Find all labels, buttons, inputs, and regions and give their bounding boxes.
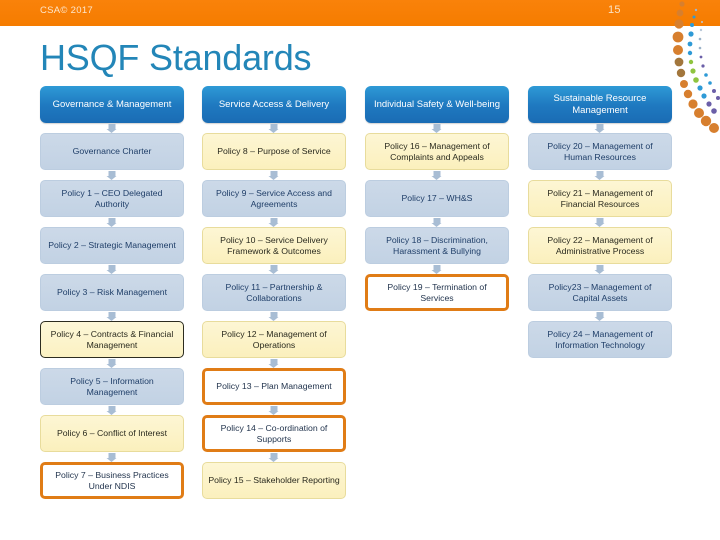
standard-column-header: Service Access & Delivery xyxy=(202,86,346,123)
standard-column-service-access: Service Access & Delivery Policy 8 – Purp… xyxy=(202,86,346,499)
flow-arrow-connector xyxy=(528,123,672,133)
down-arrow-icon xyxy=(268,359,279,368)
policy-node[interactable]: Policy 22 – Management of Administrative… xyxy=(528,227,672,264)
flow-arrow-connector xyxy=(202,405,346,415)
policy-node[interactable]: Policy 13 – Plan Management xyxy=(202,368,346,405)
policy-node[interactable]: Policy 3 – Risk Management xyxy=(40,274,184,311)
down-arrow-icon xyxy=(594,218,605,227)
policy-node[interactable]: Governance Charter xyxy=(40,133,184,170)
standard-column-individual-safety: Individual Safety & Well-being Policy 16 … xyxy=(365,86,509,311)
flow-arrow-connector xyxy=(528,170,672,180)
standard-column-header: Individual Safety & Well-being xyxy=(365,86,509,123)
policy-node[interactable]: Policy 1 – CEO Delegated Authority xyxy=(40,180,184,217)
flow-arrow-connector xyxy=(365,217,509,227)
policy-node[interactable]: Policy 7 – Business Practices Under NDIS xyxy=(40,462,184,499)
page-title: HSQF Standards xyxy=(40,37,312,78)
flow-arrow-connector xyxy=(40,264,184,274)
down-arrow-icon xyxy=(431,218,442,227)
down-arrow-icon xyxy=(268,124,279,133)
policy-node[interactable]: Policy 6 – Conflict of Interest xyxy=(40,415,184,452)
down-arrow-icon xyxy=(106,218,117,227)
down-arrow-icon xyxy=(106,453,117,462)
policy-node[interactable]: Policy 2 – Strategic Management xyxy=(40,227,184,264)
flow-arrow-connector xyxy=(202,358,346,368)
policy-node[interactable]: Policy 21 – Management of Financial Reso… xyxy=(528,180,672,217)
page-number: 15 xyxy=(608,4,621,16)
down-arrow-icon xyxy=(431,265,442,274)
copyright-label: CSA© 2017 xyxy=(40,5,94,16)
flow-arrow-connector xyxy=(365,170,509,180)
down-arrow-icon xyxy=(268,265,279,274)
flow-arrow-connector xyxy=(40,358,184,368)
policy-node[interactable]: Policy 4 – Contracts & Financial Managem… xyxy=(40,321,184,358)
standard-column-header: Governance & Management xyxy=(40,86,184,123)
flow-arrow-connector xyxy=(365,123,509,133)
policy-node[interactable]: Policy 14 – Co-ordination of Supports xyxy=(202,415,346,452)
down-arrow-icon xyxy=(594,124,605,133)
down-arrow-icon xyxy=(106,265,117,274)
down-arrow-icon xyxy=(431,124,442,133)
flow-arrow-connector xyxy=(40,217,184,227)
policy-node[interactable]: Policy 20 – Management of Human Resource… xyxy=(528,133,672,170)
flow-arrow-connector xyxy=(202,452,346,462)
flow-arrow-connector xyxy=(528,311,672,321)
flow-arrow-connector xyxy=(202,123,346,133)
policy-node[interactable]: Policy23 – Management of Capital Assets xyxy=(528,274,672,311)
down-arrow-icon xyxy=(268,312,279,321)
policy-node[interactable]: Policy 17 – WH&S xyxy=(365,180,509,217)
down-arrow-icon xyxy=(106,124,117,133)
policy-node[interactable]: Policy 15 – Stakeholder Reporting xyxy=(202,462,346,499)
down-arrow-icon xyxy=(594,171,605,180)
policy-node[interactable]: Policy 19 – Termination of Services xyxy=(365,274,509,311)
flow-arrow-connector xyxy=(40,170,184,180)
down-arrow-icon xyxy=(268,406,279,415)
policy-node[interactable]: Policy 16 – Management of Complaints and… xyxy=(365,133,509,170)
down-arrow-icon xyxy=(268,171,279,180)
flow-arrow-connector xyxy=(40,123,184,133)
flow-arrow-connector xyxy=(365,264,509,274)
standard-column-governance: Governance & Management Governance Charte… xyxy=(40,86,184,499)
standard-column-header: Sustainable Resource Management xyxy=(528,86,672,123)
down-arrow-icon xyxy=(594,312,605,321)
down-arrow-icon xyxy=(106,406,117,415)
down-arrow-icon xyxy=(106,359,117,368)
down-arrow-icon xyxy=(268,453,279,462)
standard-column-sustainable-resource: Sustainable Resource Management Policy 20… xyxy=(528,86,672,358)
down-arrow-icon xyxy=(594,265,605,274)
policy-node[interactable]: Policy 24 – Management of Information Te… xyxy=(528,321,672,358)
policy-node[interactable]: Policy 11 – Partnership & Collaborations xyxy=(202,274,346,311)
policy-node[interactable]: Policy 9 – Service Access and Agreements xyxy=(202,180,346,217)
policy-node[interactable]: Policy 8 – Purpose of Service xyxy=(202,133,346,170)
flow-arrow-connector xyxy=(202,170,346,180)
down-arrow-icon xyxy=(431,171,442,180)
down-arrow-icon xyxy=(106,171,117,180)
flow-arrow-connector xyxy=(40,405,184,415)
policy-node[interactable]: Policy 10 – Service Delivery Framework &… xyxy=(202,227,346,264)
flow-arrow-connector xyxy=(202,311,346,321)
policy-node[interactable]: Policy 12 – Management of Operations xyxy=(202,321,346,358)
policy-node[interactable]: Policy 18 – Discrimination, Harassment &… xyxy=(365,227,509,264)
down-arrow-icon xyxy=(268,218,279,227)
flow-arrow-connector xyxy=(528,264,672,274)
flow-arrow-connector xyxy=(40,452,184,462)
policy-node[interactable]: Policy 5 – Information Management xyxy=(40,368,184,405)
flow-arrow-connector xyxy=(202,217,346,227)
flow-arrow-connector xyxy=(40,311,184,321)
down-arrow-icon xyxy=(106,312,117,321)
flow-arrow-connector xyxy=(202,264,346,274)
flow-arrow-connector xyxy=(528,217,672,227)
